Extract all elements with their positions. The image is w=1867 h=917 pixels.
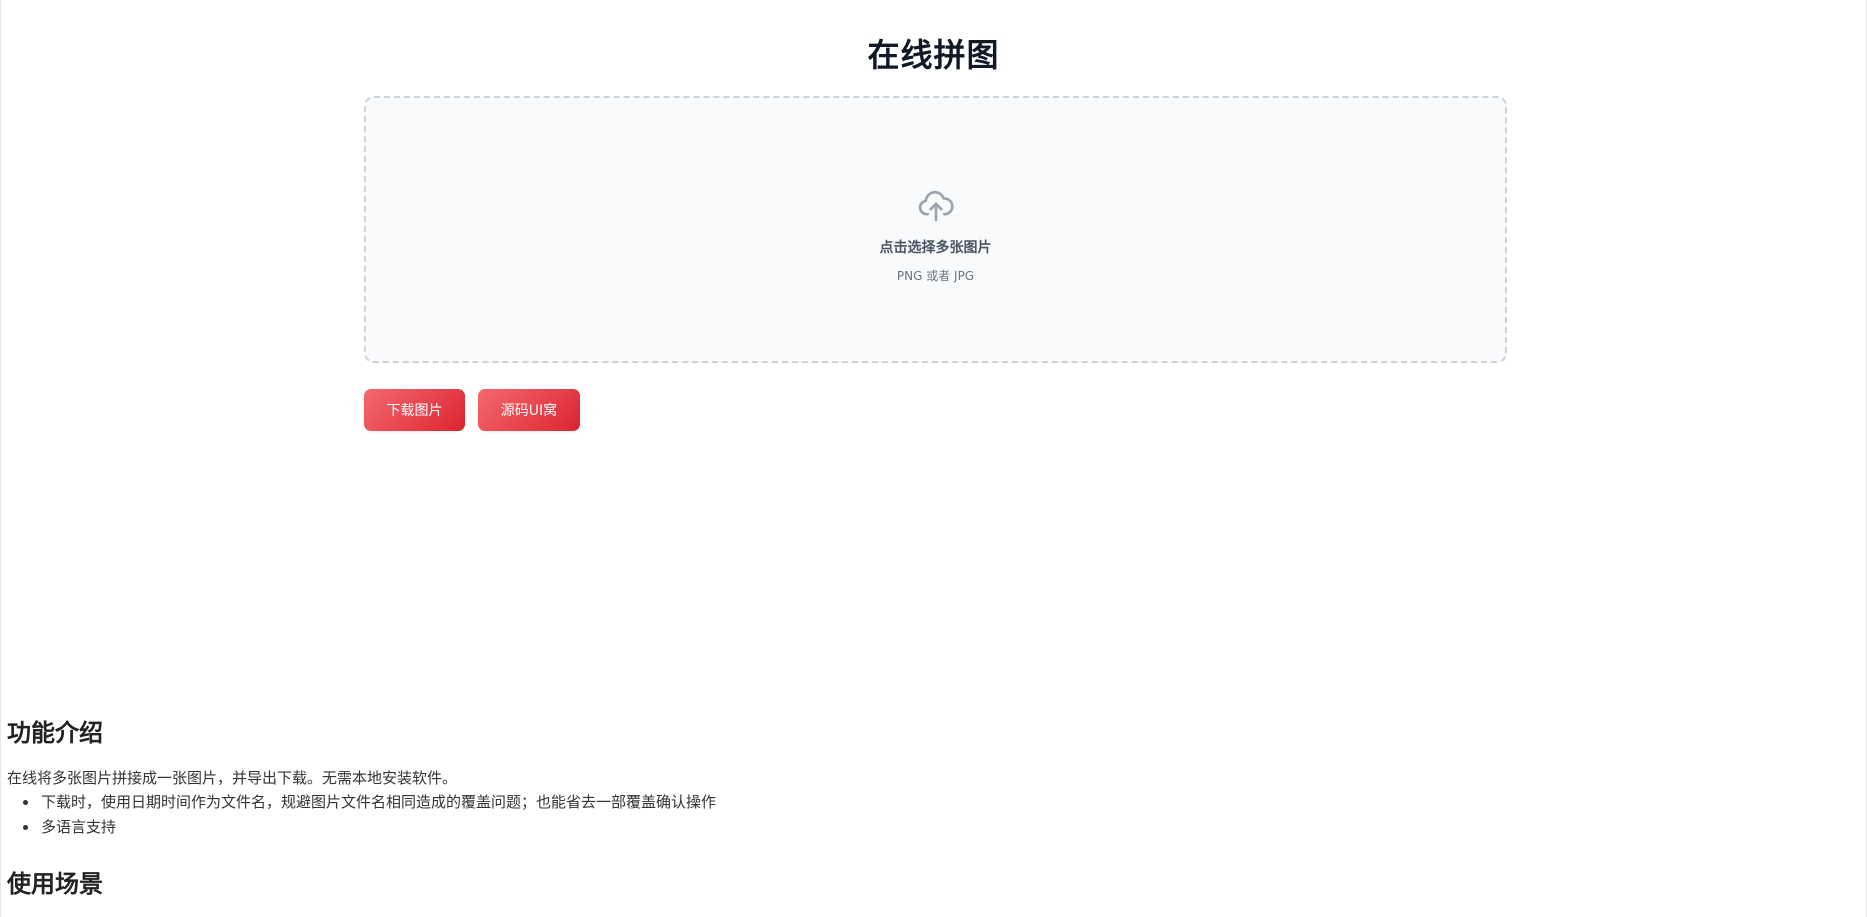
scenarios-heading: 使用场景 xyxy=(7,870,103,898)
upload-main-text: 点击选择多张图片 xyxy=(879,240,992,256)
download-image-button[interactable]: 下载图片 xyxy=(364,389,465,431)
info-section: 功能介绍 在线将多张图片拼接成一张图片，并导出下载。无需本地安装软件。 下载时，… xyxy=(7,713,1507,899)
page: 在线拼图 点击选择多张图片 PNG 或者 JPG 下载图片 源码UI窝 功能介绍… xyxy=(0,0,1867,917)
cloud-upload-icon xyxy=(918,190,954,222)
list-item: 下载时，使用日期时间作为文件名，规避图片文件名相同造成的覆盖问题；也能省去一部覆… xyxy=(39,790,1507,815)
page-title: 在线拼图 xyxy=(867,36,1000,74)
features-heading: 功能介绍 xyxy=(7,719,103,747)
features-list: 下载时，使用日期时间作为文件名，规避图片文件名相同造成的覆盖问题；也能省去一部覆… xyxy=(7,790,1507,840)
upload-format-hint: PNG 或者 JPG xyxy=(896,269,975,283)
image-upload-dropzone[interactable]: 点击选择多张图片 PNG 或者 JPG xyxy=(364,96,1507,363)
source-link-button[interactable]: 源码UI窝 xyxy=(478,389,580,431)
features-description: 在线将多张图片拼接成一张图片，并导出下载。无需本地安装软件。 xyxy=(7,769,458,787)
list-item: 多语言支持 xyxy=(39,815,1507,840)
